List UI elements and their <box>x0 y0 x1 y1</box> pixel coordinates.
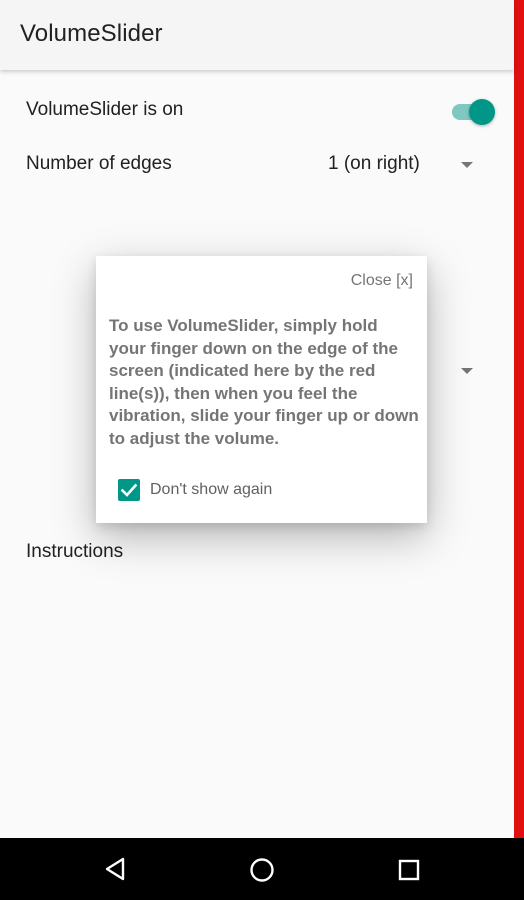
volumeslider-toggle-switch[interactable] <box>452 98 496 126</box>
edges-dropdown-arrow-icon[interactable] <box>461 162 473 168</box>
app-bar: VolumeSlider <box>0 0 514 70</box>
switch-thumb <box>469 99 495 125</box>
toggle-label: VolumeSlider is on <box>26 99 184 120</box>
app-title: VolumeSlider <box>20 20 163 47</box>
instructions-item[interactable]: Instructions <box>26 541 123 563</box>
edge-indicator-line <box>514 0 524 838</box>
hidden-dropdown-arrow-icon[interactable] <box>461 368 473 374</box>
edges-label: Number of edges <box>26 153 172 174</box>
dialog-message: To use VolumeSlider, simply hold your fi… <box>109 316 419 448</box>
checkmark-icon <box>120 483 138 497</box>
edges-dropdown[interactable]: 1 (on right) <box>328 153 420 175</box>
dont-show-again-checkbox[interactable] <box>118 479 140 501</box>
home-circle-icon[interactable] <box>249 857 275 883</box>
instructions-dialog: Close [x] To use VolumeSlider, simply ho… <box>96 256 427 523</box>
recents-square-icon[interactable] <box>398 859 420 881</box>
dont-show-again-label[interactable]: Don't show again <box>150 481 272 499</box>
dialog-close-button[interactable]: Close [x] <box>351 272 413 290</box>
back-triangle-icon[interactable] <box>104 857 128 881</box>
system-navigation-bar <box>0 838 524 900</box>
